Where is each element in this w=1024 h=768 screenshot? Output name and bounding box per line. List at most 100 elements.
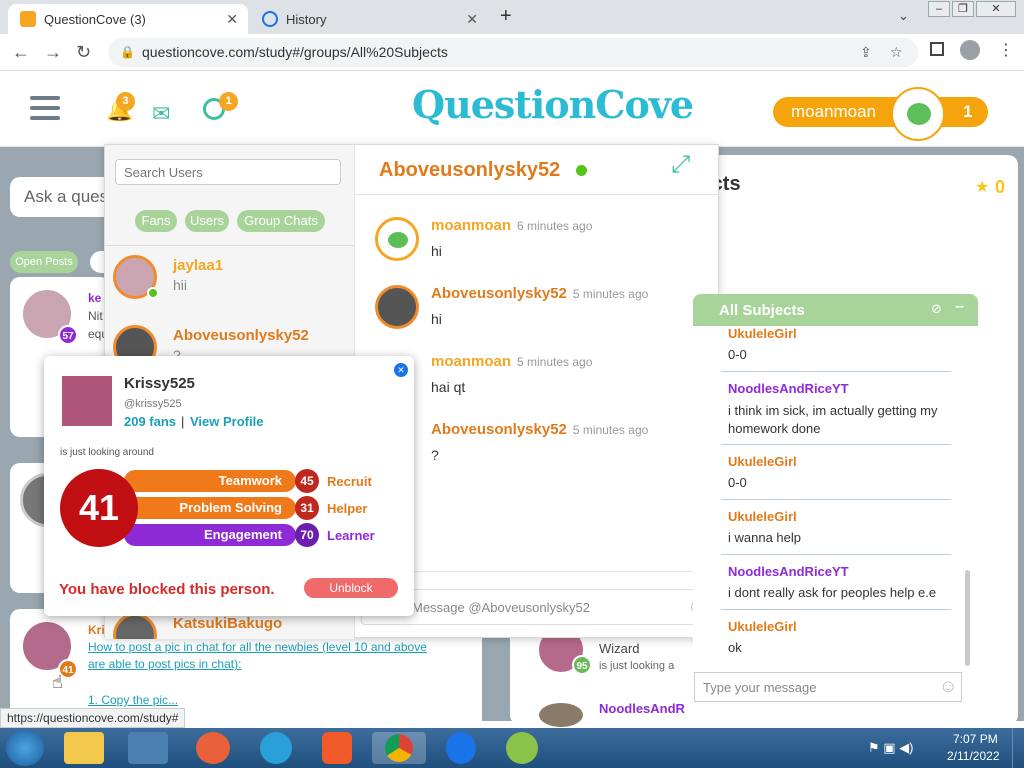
teamwork-rank: Recruit bbox=[327, 474, 372, 489]
user-count: 1 bbox=[963, 102, 973, 121]
message-time: 5 minutes ago bbox=[517, 355, 593, 369]
chrome-taskbar-button[interactable] bbox=[372, 732, 426, 764]
history-icon bbox=[262, 11, 278, 27]
firefox-icon[interactable] bbox=[196, 732, 230, 764]
scrollbar[interactable] bbox=[965, 570, 970, 666]
minimize-icon[interactable]: – bbox=[955, 298, 964, 316]
bookmark-star-icon[interactable]: ☆ bbox=[890, 38, 903, 67]
paint-icon[interactable] bbox=[506, 732, 538, 764]
stat-label: Teamwork bbox=[218, 473, 282, 488]
reload-icon[interactable]: ↻ bbox=[76, 42, 91, 63]
side-panel-icon[interactable] bbox=[930, 42, 944, 56]
separator: | bbox=[181, 414, 185, 429]
hamburger-menu-icon[interactable] bbox=[30, 96, 60, 120]
share-icon[interactable]: ⇪ bbox=[860, 38, 872, 67]
tab-questioncove[interactable]: QuestionCove (3) ✕ bbox=[8, 4, 248, 34]
message-author: Aboveusonlysky52 bbox=[431, 421, 567, 438]
chrome-canary-icon[interactable] bbox=[446, 732, 476, 764]
brave-icon[interactable] bbox=[322, 732, 352, 764]
filter-users[interactable]: Users bbox=[185, 210, 229, 232]
filter-fans[interactable]: Fans bbox=[135, 210, 177, 232]
questioncove-favicon-icon bbox=[20, 11, 36, 27]
search-users-input[interactable] bbox=[115, 159, 341, 185]
address-bar[interactable]: 🔒 questioncove.com/study#/groups/All%20S… bbox=[108, 38, 918, 67]
lock-icon: 🔒 bbox=[120, 45, 135, 59]
medal-icon: ★ bbox=[975, 179, 990, 196]
frog-avatar-icon bbox=[907, 103, 931, 125]
tab-history[interactable]: History ✕ bbox=[250, 4, 488, 34]
media-player-icon[interactable] bbox=[128, 732, 168, 764]
avatar bbox=[113, 613, 157, 639]
profile-handle: @krissy525 bbox=[124, 398, 182, 410]
user-menu-pill[interactable]: moanmoan 1 bbox=[773, 87, 988, 141]
messages-envelope-icon[interactable]: ✉ bbox=[152, 101, 170, 127]
group-message-input[interactable]: Type your message ☺ bbox=[694, 672, 962, 702]
close-tab-icon[interactable]: ✕ bbox=[226, 11, 238, 28]
profile-icon[interactable] bbox=[960, 40, 980, 60]
forward-arrow-icon[interactable]: → bbox=[44, 42, 62, 63]
message-text: ? bbox=[431, 447, 439, 463]
minimize-button[interactable]: – bbox=[928, 1, 950, 17]
overall-score: 41 bbox=[60, 469, 138, 547]
close-window-button[interactable]: ✕ bbox=[976, 1, 1016, 17]
contact-name: jaylaa1 bbox=[173, 257, 224, 274]
close-tab-icon[interactable]: ✕ bbox=[466, 11, 478, 28]
message-author: Aboveusonlysky52 bbox=[431, 285, 567, 302]
group-message: UkuleleGirl 0-0 bbox=[728, 454, 958, 490]
message-text: i dont really ask for peoples help e.e bbox=[728, 585, 937, 600]
menu-kebab-icon[interactable]: ⋮ bbox=[998, 40, 1014, 60]
contact-name: Aboveusonlysky52 bbox=[173, 327, 309, 344]
unblock-button[interactable]: Unblock bbox=[304, 578, 398, 598]
profile-name: Krissy525 bbox=[124, 375, 195, 392]
blocked-notice: You have blocked this person. bbox=[59, 581, 275, 598]
contact-item[interactable]: jaylaa1 hii bbox=[105, 249, 355, 315]
group-message: UkuleleGirl i wanna help bbox=[728, 509, 958, 545]
tab-search-chevron-icon[interactable]: ⌄ bbox=[898, 8, 909, 24]
engagement-rank: Learner bbox=[327, 528, 375, 543]
clock-date: 2/11/2022 bbox=[947, 749, 1000, 763]
contact-name: KatsukiBakugo bbox=[173, 615, 283, 632]
question-link[interactable]: 1. Copy the pic... bbox=[88, 693, 178, 707]
contact-preview: hii bbox=[173, 277, 188, 293]
question-link[interactable]: How to post a pic in chat for all the ne… bbox=[88, 639, 428, 673]
edge-icon[interactable] bbox=[260, 732, 292, 764]
user-avatar bbox=[891, 87, 945, 141]
close-icon[interactable]: ✕ bbox=[394, 363, 408, 377]
username: moanmoan bbox=[791, 102, 877, 121]
windows-taskbar: ⚑ ▣ ◀) 7:07 PM 2/11/2022 bbox=[0, 728, 1024, 768]
emoji-icon[interactable]: ☺ bbox=[939, 676, 957, 697]
contact-item[interactable]: Aboveusonlysky52 ? bbox=[105, 319, 355, 369]
group-chat-header[interactable]: All Subjects ⊘ – bbox=[693, 294, 978, 326]
site-logo[interactable]: QuestionCove bbox=[412, 82, 694, 127]
medal-count: 0 bbox=[995, 177, 1006, 197]
tray-icons[interactable]: ⚑ ▣ ◀) bbox=[868, 740, 914, 756]
open-posts-tab[interactable]: Open Posts bbox=[10, 251, 78, 273]
fans-count[interactable]: 209 fans bbox=[124, 414, 176, 429]
teamwork-bar: Teamwork bbox=[124, 470, 296, 492]
filter-tab-partial[interactable] bbox=[90, 251, 104, 273]
maximize-button[interactable]: ❐ bbox=[952, 1, 974, 17]
start-button[interactable] bbox=[6, 730, 44, 766]
browser-toolbar: ← → ↻ 🔒 questioncove.com/study#/groups/A… bbox=[0, 34, 1024, 71]
url-text: questioncove.com/study#/groups/All%20Sub… bbox=[142, 44, 448, 60]
back-arrow-icon[interactable]: ← bbox=[12, 42, 30, 63]
new-tab-button[interactable]: + bbox=[500, 5, 512, 28]
hide-eye-icon[interactable]: ⊘ bbox=[931, 301, 942, 317]
profile-popup: ✕ Krissy525 @krissy525 209 fans | View P… bbox=[44, 356, 414, 616]
asker-name: Kri bbox=[88, 623, 105, 637]
filter-group-chats[interactable]: Group Chats bbox=[237, 210, 325, 232]
logo-text: QuestionCove bbox=[412, 82, 694, 127]
problem-solving-bar: Problem Solving bbox=[124, 497, 296, 519]
message-item: moanmoan 6 minutes ago hi bbox=[375, 215, 715, 275]
show-desktop-button[interactable] bbox=[1012, 728, 1024, 768]
file-explorer-icon[interactable] bbox=[64, 732, 104, 764]
view-profile-link[interactable]: View Profile bbox=[190, 414, 263, 429]
message-text: hi bbox=[431, 243, 442, 259]
browser-tab-strip: QuestionCove (3) ✕ History ✕ + ⌄ – ❐ ✕ bbox=[0, 0, 1024, 34]
message-text: i wanna help bbox=[728, 530, 801, 545]
expand-icon[interactable]: ⤢ bbox=[671, 151, 690, 179]
level-badge: 95 bbox=[572, 655, 592, 675]
question-snippet: Nit bbox=[88, 309, 103, 323]
message-author: moanmoan bbox=[431, 353, 512, 370]
notifications-badge: 3 bbox=[116, 92, 135, 111]
